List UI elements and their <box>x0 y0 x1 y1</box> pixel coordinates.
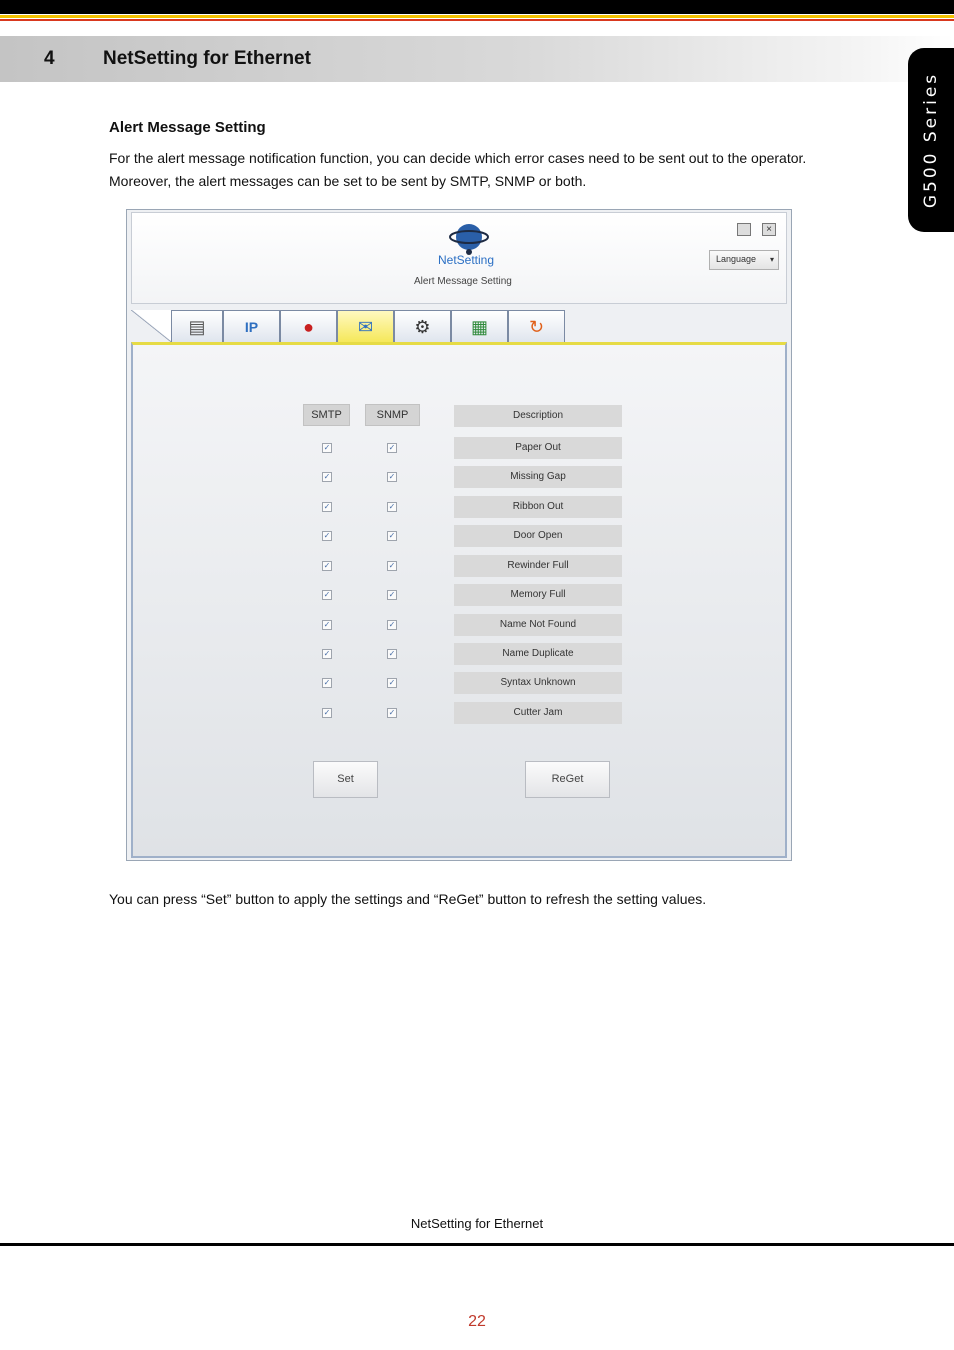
subheading: Alert Message Setting <box>109 119 266 136</box>
ip-icon: IP <box>244 318 259 335</box>
snmp-checkbox[interactable]: ✓ <box>387 649 397 659</box>
snmp-checkbox[interactable]: ✓ <box>387 590 397 600</box>
snmp-checkbox[interactable]: ✓ <box>387 708 397 718</box>
top-black-bar <box>0 0 954 14</box>
alert-description: Rewinder Full <box>454 555 622 577</box>
smtp-checkbox[interactable]: ✓ <box>322 620 332 630</box>
tab-bar-slant <box>131 310 171 342</box>
tab-printer[interactable]: ▤ <box>171 310 223 342</box>
refresh-icon: ↻ <box>528 316 545 337</box>
alert-description: Name Not Found <box>454 614 622 636</box>
tools-icon: ⚙ <box>414 316 431 337</box>
tab-config[interactable]: ▦ <box>451 310 508 342</box>
tab-bar: ▤ IP ● ✉ ⚙ ▦ ↻ <box>131 308 787 342</box>
snmp-checkbox[interactable]: ✓ <box>387 472 397 482</box>
smtp-checkbox[interactable]: ✓ <box>322 531 332 541</box>
snmp-checkbox[interactable]: ✓ <box>387 678 397 688</box>
close-icon[interactable]: × <box>762 223 776 236</box>
snmp-checkbox[interactable]: ✓ <box>387 443 397 453</box>
snmp-checkbox[interactable]: ✓ <box>387 561 397 571</box>
alert-description: Ribbon Out <box>454 496 622 518</box>
logo-text: NetSetting <box>438 253 495 267</box>
language-select-label: Language <box>716 254 757 264</box>
top-yellow-stripe <box>0 15 954 18</box>
tab-mail-alert[interactable]: ✉ <box>337 310 394 342</box>
window-header: NetSetting Alert Message Setting × Langu… <box>131 212 787 304</box>
smtp-checkbox[interactable]: ✓ <box>322 590 332 600</box>
series-side-tab-label: G500 Series <box>921 71 941 209</box>
alert-description: Door Open <box>454 525 622 547</box>
smtp-checkbox[interactable]: ✓ <box>322 678 332 688</box>
alert-description: Syntax Unknown <box>454 672 622 694</box>
footer-rule <box>0 1243 954 1246</box>
snmp-checkbox[interactable]: ✓ <box>387 531 397 541</box>
reget-button[interactable]: ReGet <box>525 761 610 798</box>
smtp-checkbox[interactable]: ✓ <box>322 502 332 512</box>
smtp-checkbox[interactable]: ✓ <box>322 649 332 659</box>
tab-tools[interactable]: ⚙ <box>394 310 451 342</box>
snmp-column-header[interactable]: SNMP <box>365 404 420 426</box>
smtp-checkbox[interactable]: ✓ <box>322 708 332 718</box>
smtp-checkbox[interactable]: ✓ <box>322 472 332 482</box>
snmp-checkbox[interactable]: ✓ <box>387 502 397 512</box>
smtp-checkbox[interactable]: ✓ <box>322 561 332 571</box>
tab-refresh[interactable]: ↻ <box>508 310 565 342</box>
alert-settings-panel: SMTP SNMP Description Set ReGet ✓ ✓ Paper … <box>131 342 787 858</box>
chevron-down-icon: ▾ <box>769 255 774 264</box>
mail-alert-icon: ✉ <box>357 316 374 337</box>
page-number: 22 <box>468 1313 486 1330</box>
netsetting-globe-icon <box>449 224 489 255</box>
snmp-checkbox[interactable]: ✓ <box>387 620 397 630</box>
language-select[interactable]: Language ▾ <box>709 250 779 270</box>
alert-bell-icon: ● <box>303 316 314 337</box>
section-title: NetSetting for Ethernet <box>103 48 311 69</box>
smtp-checkbox[interactable]: ✓ <box>322 443 332 453</box>
alert-description: Name Duplicate <box>454 643 622 665</box>
top-red-stripe <box>0 19 954 21</box>
closing-paragraph: You can press “Set” button to apply the … <box>109 891 707 907</box>
description-column-header: Description <box>454 405 622 427</box>
intro-paragraph: For the alert message notification funct… <box>109 150 807 189</box>
printer-icon: ▤ <box>188 316 206 337</box>
window-subtitle: Alert Message Setting <box>414 276 512 287</box>
alert-description: Paper Out <box>454 437 622 459</box>
smtp-column-header[interactable]: SMTP <box>303 404 350 426</box>
tab-alert-bell[interactable]: ● <box>280 310 337 342</box>
alert-description: Cutter Jam <box>454 702 622 724</box>
section-number: 4 <box>44 48 55 69</box>
tab-ip[interactable]: IP <box>223 310 280 342</box>
set-button[interactable]: Set <box>313 761 378 798</box>
alert-description: Memory Full <box>454 584 622 606</box>
minimize-icon[interactable] <box>737 223 751 236</box>
alert-description: Missing Gap <box>454 466 622 488</box>
config-icon: ▦ <box>470 316 489 337</box>
footer-title: NetSetting for Ethernet <box>410 1216 544 1231</box>
netsetting-window: NetSetting Alert Message Setting × Langu… <box>126 209 792 861</box>
